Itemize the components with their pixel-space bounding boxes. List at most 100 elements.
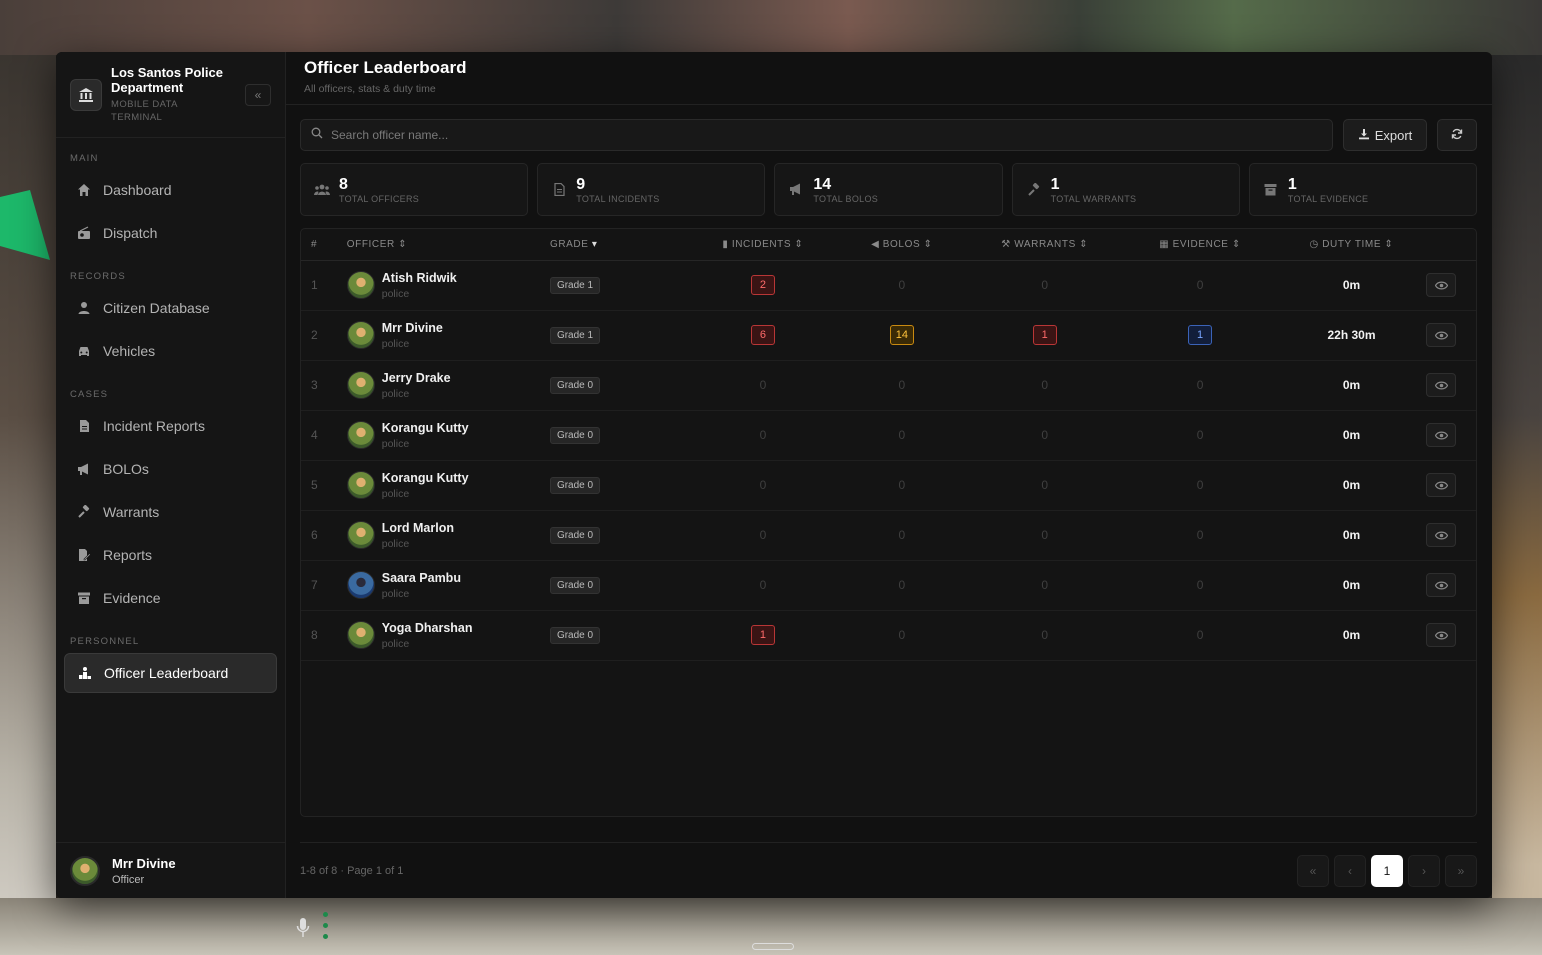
export-button[interactable]: Export	[1343, 119, 1427, 151]
stat-label: TOTAL BOLOS	[813, 193, 879, 204]
column-header-warrants[interactable]: ⚒ WARRANTS ⇕	[966, 229, 1124, 261]
next-page-button[interactable]: ›	[1408, 854, 1440, 887]
warrants-cell: 0	[966, 560, 1124, 611]
column-header-incidents[interactable]: ▮ INCIDENTS ⇕	[688, 229, 838, 261]
archive-icon	[76, 590, 92, 606]
avatar	[346, 471, 375, 499]
stat-value: 9	[576, 175, 586, 193]
bolos-cell: 0	[837, 560, 967, 611]
row-index: 4	[301, 410, 333, 461]
sidebar-item-reports[interactable]: Reports	[64, 535, 277, 575]
duty-cell: 0m	[1276, 560, 1426, 611]
officer-cell: Korangu Kutty police	[332, 460, 550, 511]
table-row[interactable]: 3 Jerry Drake police Grade 0 0 0 0 0 0m	[301, 360, 1476, 411]
grade-badge: Grade 0	[549, 376, 601, 394]
actions-cell	[1426, 360, 1476, 411]
table-row[interactable]: 2 Mrr Divine police Grade 1 6 14 1 1 22h 30m	[301, 310, 1476, 361]
ranking-icon	[77, 665, 93, 681]
table-row[interactable]: 6 Lord Marlon police Grade 0 0 0 0 0 0m	[301, 510, 1476, 561]
brand-title: Los Santos Police Department	[111, 65, 223, 95]
home-icon	[76, 182, 92, 198]
officer-name: Korangu Kutty	[381, 470, 469, 485]
view-officer-button[interactable]	[1426, 423, 1456, 447]
page-button-current[interactable]: 1	[1371, 854, 1403, 887]
duty-time: 0m	[1342, 478, 1361, 492]
incidents-count-badge: 2	[750, 275, 775, 295]
sidebar-item-citizen-database[interactable]: Citizen Database	[64, 288, 277, 328]
avatar	[346, 521, 375, 549]
stat-label: TOTAL EVIDENCE	[1287, 193, 1369, 204]
table-row[interactable]: 4 Korangu Kutty police Grade 0 0 0 0 0 0m	[301, 410, 1476, 461]
sidebar-item-evidence[interactable]: Evidence	[64, 578, 277, 618]
stats-row: 8 TOTAL OFFICERS 9 TOTAL INCIDENTS 14 TOTAL…	[300, 163, 1478, 216]
stat-label: TOTAL WARRANTS	[1050, 193, 1137, 204]
eye-icon	[1434, 631, 1448, 639]
view-officer-button[interactable]	[1426, 373, 1456, 397]
view-officer-button[interactable]	[1426, 273, 1456, 297]
sidebar: Los Santos Police Department MOBILE DATA…	[56, 52, 286, 898]
double-chevron-left-icon: «	[1309, 863, 1317, 878]
sidebar-item-officer-leaderboard[interactable]: Officer Leaderboard	[64, 653, 277, 693]
view-officer-button[interactable]	[1426, 473, 1456, 497]
prev-page-button[interactable]: ‹	[1334, 854, 1366, 887]
column-header-evidence[interactable]: ▦ EVIDENCE ⇕	[1123, 229, 1277, 261]
sidebar-item-incident-reports[interactable]: Incident Reports	[64, 406, 277, 446]
view-officer-button[interactable]	[1426, 523, 1456, 547]
sidebar-item-dispatch[interactable]: Dispatch	[64, 213, 277, 253]
incidents-count: 0	[759, 478, 767, 492]
sidebar-item-bolos[interactable]: BOLOs	[64, 449, 277, 489]
row-index: 8	[301, 610, 333, 661]
sort-icon: ⇕	[1079, 238, 1089, 250]
megaphone-icon: ◀	[871, 238, 880, 250]
duty-time: 0m	[1342, 628, 1361, 642]
warrants-count-badge: 1	[1032, 325, 1057, 345]
table-row[interactable]: 5 Korangu Kutty police Grade 0 0 0 0 0 0m	[301, 460, 1476, 511]
column-header-duty-time[interactable]: ◷ DUTY TIME ⇕	[1276, 229, 1426, 261]
collapse-sidebar-button[interactable]: «	[245, 84, 271, 106]
evidence-cell: 0	[1123, 360, 1277, 411]
officer-name: Atish Ridwik	[381, 270, 457, 285]
table-row[interactable]: 1 Atish Ridwik police Grade 1 2 0 0 0 0m	[301, 260, 1476, 311]
bolos-count: 0	[898, 628, 906, 642]
officer-name: Jerry Drake	[381, 370, 451, 385]
view-officer-button[interactable]	[1426, 323, 1456, 347]
double-chevron-left-icon: «	[254, 88, 262, 102]
first-page-button[interactable]: «	[1297, 854, 1329, 887]
duty-time: 22h 30m	[1327, 328, 1376, 342]
stat-label: TOTAL INCIDENTS	[576, 193, 660, 204]
eye-icon	[1434, 431, 1448, 439]
sort-icon: ⇕	[794, 238, 804, 250]
last-page-button[interactable]: »	[1445, 854, 1477, 887]
officer-cell: Atish Ridwik police	[332, 260, 550, 311]
sidebar-item-dashboard[interactable]: Dashboard	[64, 170, 277, 210]
sidebar-item-warrants[interactable]: Warrants	[64, 492, 277, 532]
drag-handle[interactable]	[752, 943, 794, 950]
table-row[interactable]: 8 Yoga Dharshan police Grade 0 1 0 0 0 0m	[301, 610, 1476, 661]
grade-badge: Grade 0	[549, 426, 601, 444]
main-content: Officer Leaderboard All officers, stats …	[286, 52, 1492, 898]
table-row[interactable]: 7 Saara Pambu police Grade 0 0 0 0 0 0m	[301, 560, 1476, 611]
column-header-grade[interactable]: GRADE ▾	[549, 229, 689, 261]
warrants-cell: 0	[966, 510, 1124, 561]
column-header-bolos[interactable]: ◀ BOLOS ⇕	[837, 229, 967, 261]
search-input[interactable]	[331, 128, 1250, 142]
view-officer-button[interactable]	[1426, 573, 1456, 597]
officer-name: Korangu Kutty	[381, 420, 469, 435]
current-user[interactable]: Mrr Divine Officer	[56, 842, 285, 898]
warrants-count: 0	[1041, 628, 1049, 642]
column-header-officer[interactable]: OFFICER ⇕	[332, 229, 550, 261]
page-subtitle: All officers, stats & duty time	[304, 83, 436, 95]
officer-cell: Lord Marlon police	[332, 510, 550, 561]
warrants-count: 0	[1041, 278, 1049, 292]
view-officer-button[interactable]	[1426, 623, 1456, 647]
grade-badge: Grade 1	[549, 326, 601, 344]
evidence-cell: 0	[1123, 410, 1277, 461]
gavel-icon	[1025, 182, 1043, 197]
grade-cell: Grade 0	[549, 510, 689, 561]
grade-cell: Grade 1	[549, 260, 689, 311]
refresh-button[interactable]	[1437, 119, 1477, 151]
sidebar-item-vehicles[interactable]: Vehicles	[64, 331, 277, 371]
stat-total-incidents: 9 TOTAL INCIDENTS	[537, 163, 766, 216]
duty-time: 0m	[1342, 428, 1361, 442]
warrants-cell: 1	[966, 310, 1124, 361]
